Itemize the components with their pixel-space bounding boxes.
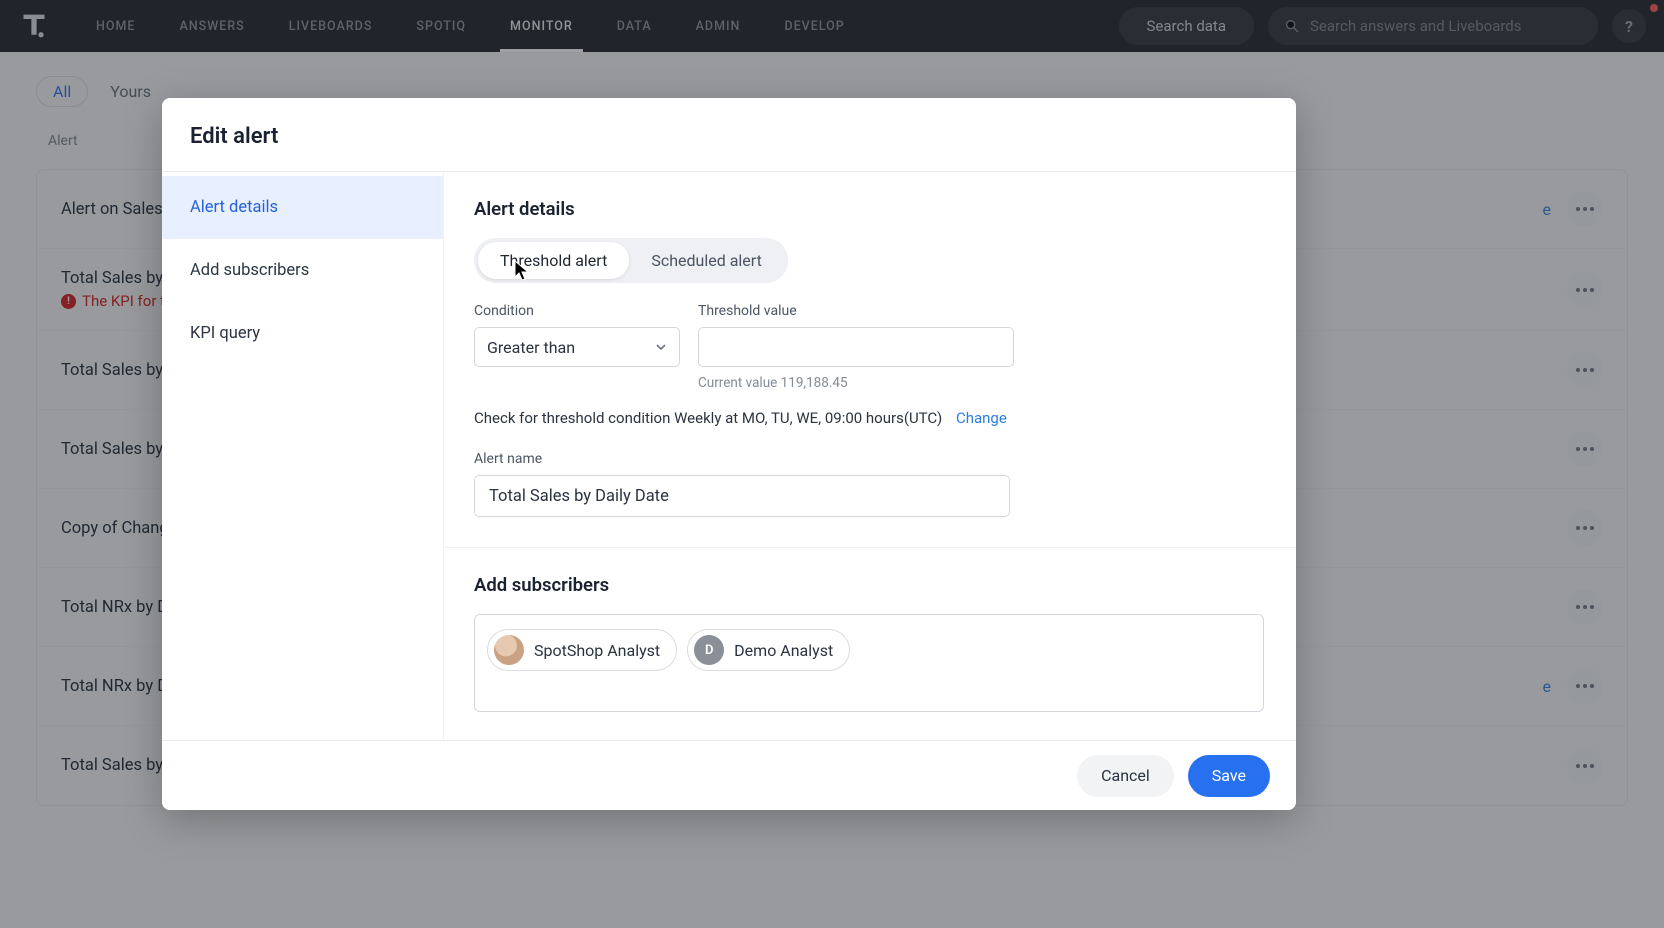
sidebar-item-alert-details[interactable]: Alert details	[162, 176, 443, 239]
modal-title: Edit alert	[190, 124, 1268, 149]
edit-alert-modal: Edit alert Alert details Add subscribers…	[162, 98, 1296, 810]
alert-name-label: Alert name	[474, 451, 1266, 467]
toggle-threshold-alert[interactable]: Threshold alert	[478, 242, 629, 279]
avatar	[494, 635, 524, 665]
condition-label: Condition	[474, 303, 680, 319]
cancel-button[interactable]: Cancel	[1077, 755, 1174, 797]
change-schedule-link[interactable]: Change	[956, 409, 1007, 427]
schedule-summary: Check for threshold condition Weekly at …	[474, 409, 1266, 427]
subscriber-chip[interactable]: SpotShop Analyst	[487, 629, 677, 671]
sidebar-item-add-subscribers[interactable]: Add subscribers	[162, 239, 443, 302]
modal-content: Alert details Threshold alert Scheduled …	[444, 172, 1296, 740]
condition-selected-value: Greater than	[487, 338, 575, 357]
avatar: D	[694, 635, 724, 665]
alert-details-heading: Alert details	[474, 198, 1266, 220]
subscribers-input[interactable]: SpotShop Analyst D Demo Analyst	[474, 614, 1264, 712]
threshold-value-input[interactable]	[698, 327, 1014, 367]
sidebar-item-kpi-query[interactable]: KPI query	[162, 302, 443, 365]
alert-name-input[interactable]	[474, 475, 1010, 517]
modal-body: Alert details Add subscribers KPI query …	[162, 172, 1296, 740]
add-subscribers-heading: Add subscribers	[474, 574, 1266, 596]
modal-sidebar: Alert details Add subscribers KPI query	[162, 172, 444, 740]
save-button[interactable]: Save	[1188, 755, 1270, 797]
modal-header: Edit alert	[162, 98, 1296, 172]
subscriber-chip[interactable]: D Demo Analyst	[687, 629, 850, 671]
chevron-down-icon	[655, 341, 667, 353]
section-divider	[444, 547, 1296, 548]
threshold-label: Threshold value	[698, 303, 1014, 319]
current-value-hint: Current value 119,188.45	[698, 375, 1014, 391]
condition-select[interactable]: Greater than	[474, 327, 680, 367]
modal-footer: Cancel Save	[162, 740, 1296, 810]
toggle-scheduled-alert[interactable]: Scheduled alert	[629, 242, 784, 279]
alert-type-toggle: Threshold alert Scheduled alert	[474, 238, 788, 283]
subscriber-name: SpotShop Analyst	[534, 641, 660, 660]
subscriber-name: Demo Analyst	[734, 641, 833, 660]
